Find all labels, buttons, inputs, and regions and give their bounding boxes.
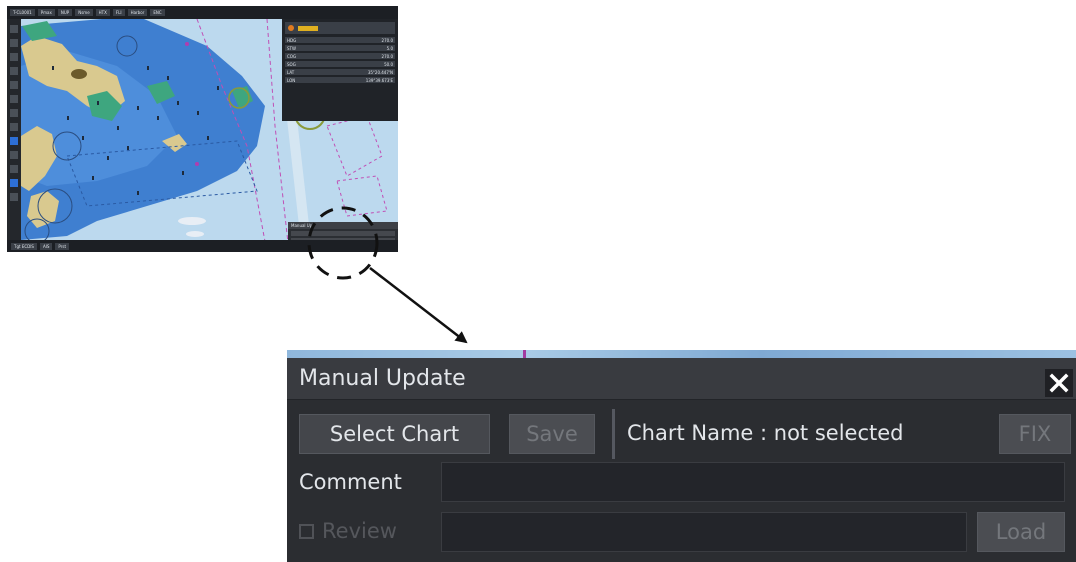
thumbnail-chip: Tgt ECDIS bbox=[11, 242, 37, 250]
dialog-title-bar[interactable]: Manual Update bbox=[287, 358, 1076, 400]
thumbnail-chip: AIS bbox=[39, 242, 53, 250]
thumbnail-chip: Nsme bbox=[75, 9, 93, 16]
thumbnail-chip: ENC bbox=[150, 9, 165, 16]
load-button[interactable]: Load bbox=[977, 512, 1065, 552]
thumbnail-chip: Harbor bbox=[127, 9, 148, 16]
thumbnail-chip: T-CL0001 bbox=[10, 9, 35, 16]
toolbar-button bbox=[10, 25, 18, 33]
thumbnail-dialog-row bbox=[291, 231, 395, 236]
panel-row-label: COG bbox=[287, 53, 297, 59]
dialog-title: Manual Update bbox=[299, 366, 466, 391]
thumbnail-chip: HTX bbox=[95, 9, 110, 16]
chart-name-label: Chart Name : not selected bbox=[627, 421, 904, 445]
panel-header bbox=[285, 22, 395, 34]
panel-row-value: 270.0 bbox=[381, 53, 393, 59]
toolbar-separator bbox=[612, 409, 615, 459]
toolbar-button bbox=[10, 109, 18, 117]
review-label: Review bbox=[322, 519, 397, 543]
panel-row-value: 35°20.447'N bbox=[367, 69, 393, 75]
panel-row-value: 5.0 bbox=[386, 45, 393, 51]
thumbnail-chip: Pmax bbox=[37, 9, 55, 16]
thumbnail-chip: FLI bbox=[112, 9, 125, 16]
chart-background-strip bbox=[287, 350, 1076, 358]
status-bar-icon bbox=[298, 25, 318, 31]
thumbnail-chip: NUP bbox=[57, 9, 73, 16]
panel-row-value: 270.0 bbox=[381, 37, 393, 43]
thumbnail-chip: Prst bbox=[55, 242, 70, 250]
panel-row: COG 270.0 bbox=[285, 53, 395, 59]
panel-row-label: LAT bbox=[287, 69, 295, 75]
toolbar-button bbox=[10, 165, 18, 173]
close-button[interactable] bbox=[1045, 369, 1073, 397]
toolbar-button bbox=[10, 95, 18, 103]
toolbar-button bbox=[10, 193, 18, 201]
comment-label: Comment bbox=[299, 470, 402, 494]
manual-update-dialog: Manual Update Select Chart Save Chart Na… bbox=[287, 350, 1076, 562]
toolbar-button-active bbox=[10, 179, 18, 187]
panel-row: STW 5.0 bbox=[285, 45, 395, 51]
panel-row-label: LON bbox=[287, 77, 296, 83]
panel-row-label: HDG bbox=[287, 37, 297, 43]
toolbar-button bbox=[10, 123, 18, 131]
zoom-arrow-icon bbox=[369, 267, 468, 344]
toolbar-button bbox=[10, 151, 18, 159]
thumbnail-top-bar: T-CL0001 Pmax NUP Nsme HTX FLI Harbor EN… bbox=[7, 6, 398, 19]
toolbar-button bbox=[10, 81, 18, 89]
thumbnail-left-toolbar bbox=[7, 19, 21, 240]
save-button[interactable]: Save bbox=[509, 414, 595, 454]
chart-route-mark bbox=[523, 350, 526, 358]
panel-row-label: SOG bbox=[287, 61, 296, 67]
toolbar-button bbox=[10, 39, 18, 47]
toolbar-button bbox=[10, 67, 18, 75]
panel-row: LON 139°39.673'E bbox=[285, 77, 395, 83]
review-field[interactable] bbox=[441, 512, 967, 552]
toolbar-button-active bbox=[10, 137, 18, 145]
fix-button[interactable]: FIX bbox=[999, 414, 1071, 454]
select-chart-button[interactable]: Select Chart bbox=[299, 414, 490, 454]
thumbnail-nav-data-panel: HDG 270.0 STW 5.0 COG 270.0 SOG 50.0 LAT 35°2… bbox=[282, 19, 398, 121]
review-checkbox[interactable] bbox=[299, 524, 314, 539]
thumbnail-bottom-bar: Tgt ECDIS AIS Prst bbox=[7, 240, 398, 252]
toolbar-button bbox=[10, 53, 18, 61]
close-icon bbox=[1049, 373, 1069, 393]
panel-row-value: 50.0 bbox=[384, 61, 393, 67]
panel-row-label: STW bbox=[287, 45, 296, 51]
comment-field[interactable] bbox=[441, 462, 1065, 502]
thumbnail-dialog-title: Manual Up bbox=[288, 222, 398, 229]
panel-row: LAT 35°20.447'N bbox=[285, 69, 395, 75]
panel-row: SOG 50.0 bbox=[285, 61, 395, 67]
ecdis-screen-thumbnail: T-CL0001 Pmax NUP Nsme HTX FLI Harbor EN… bbox=[7, 6, 398, 252]
status-indicator-icon bbox=[288, 25, 294, 31]
panel-row-value: 139°39.673'E bbox=[365, 77, 393, 83]
panel-row: HDG 270.0 bbox=[285, 37, 395, 43]
